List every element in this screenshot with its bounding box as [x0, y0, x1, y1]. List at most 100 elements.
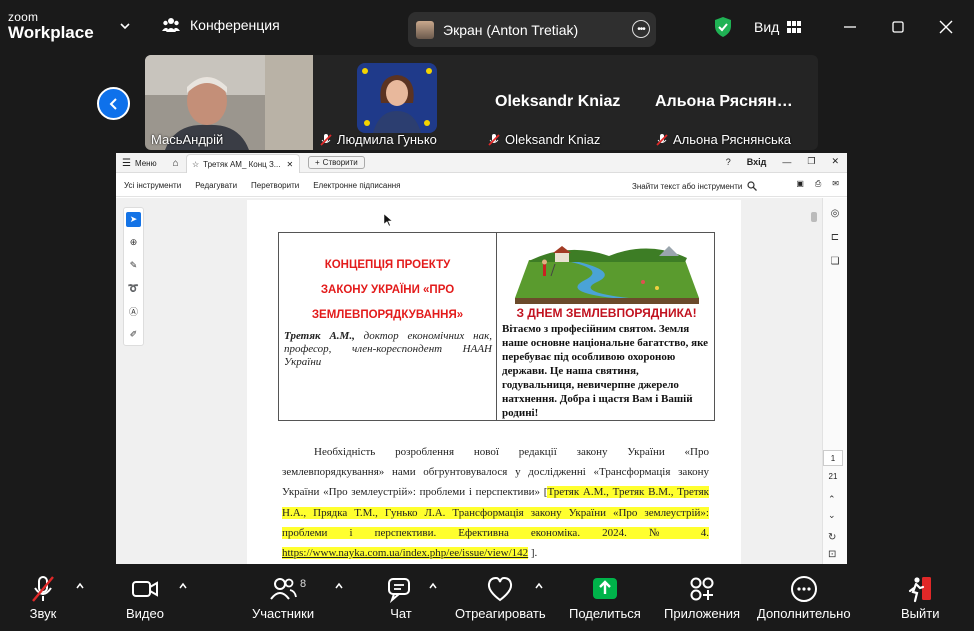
help-icon[interactable]: ?: [726, 157, 731, 167]
right-tools-rail: ◎ ⊏ ❏ ⌃ ⌄ ↻ ⊡: [822, 198, 847, 564]
screen-share-indicator[interactable]: Экран (Anton Tretiak) •••: [408, 12, 656, 47]
lasso-tool-icon[interactable]: ➰: [126, 281, 141, 296]
participant-tile[interactable]: Альона Ряснян… Альона Ряснянська: [649, 55, 818, 150]
audio-label: Звук: [29, 606, 57, 621]
maximize-button[interactable]: [885, 14, 911, 40]
congrats-title: З ДНЕМ ЗЕМЛЕВПОРЯДНИКА!: [516, 306, 697, 320]
document-paragraph: Необхідність розроблення нової редакції …: [282, 442, 709, 563]
title-line: ЗАКОНУ УКРАЇНИ «ПРО: [320, 284, 455, 296]
scrollbar-thumb[interactable]: [811, 212, 817, 222]
close-icon: [939, 20, 953, 34]
restore-icon[interactable]: ❐: [807, 156, 815, 167]
audio-options-caret-icon[interactable]: [75, 581, 85, 591]
participant-tile[interactable]: Людмила Гунько: [313, 55, 481, 150]
apps-button[interactable]: Приложения: [664, 574, 740, 621]
video-button[interactable]: Видео: [126, 574, 164, 621]
chevron-down-icon[interactable]: [118, 19, 132, 33]
participants-options-caret-icon[interactable]: [334, 581, 344, 591]
more-button[interactable]: Дополнительно: [757, 574, 851, 621]
shared-screen[interactable]: ☰ Меню ⌂ ☆ Третяк АМ_ Конц З... ✕ + Ство…: [116, 153, 847, 564]
title-line: ЗЕМЛЕВПОРЯДКУВАННЯ»: [311, 309, 464, 321]
conference-label: Конференция: [190, 17, 280, 33]
page-down-icon[interactable]: ⌄: [828, 510, 836, 521]
react-button[interactable]: Отреагировать: [455, 574, 546, 621]
save-icon[interactable]: ▣: [796, 179, 804, 189]
close-button[interactable]: [933, 14, 959, 40]
mic-muted-icon: [488, 133, 500, 146]
rotate-icon[interactable]: ↻: [828, 532, 836, 543]
leave-icon: [909, 577, 932, 603]
page-number-input[interactable]: 1: [823, 450, 843, 466]
search-icon: [747, 181, 758, 191]
chat-options-caret-icon[interactable]: [428, 581, 438, 591]
participant-tile[interactable]: Oleksandr Kniaz Oleksandr Kniaz: [481, 55, 649, 150]
mail-icon[interactable]: ✉: [832, 179, 839, 189]
find-search[interactable]: Знайти текст або інструменти: [632, 181, 758, 191]
comment-tool-icon[interactable]: ⊕: [126, 235, 141, 250]
tab-close-icon[interactable]: ✕: [286, 160, 293, 169]
author-name: Третяк А.М.,: [284, 330, 355, 342]
home-icon[interactable]: ⌂: [173, 158, 179, 169]
audio-button[interactable]: Звук: [28, 574, 58, 621]
convert-button[interactable]: Перетворити: [251, 181, 299, 190]
view-button[interactable]: Вид: [754, 19, 802, 35]
author-info: Третяк А.М., доктор економічних нак, про…: [284, 330, 492, 369]
minimize-icon[interactable]: —: [782, 157, 791, 167]
edit-button[interactable]: Редагувати: [195, 181, 237, 190]
print-icon[interactable]: ⎙: [815, 179, 821, 189]
vertical-scrollbar[interactable]: [809, 200, 819, 562]
fit-page-icon[interactable]: ⊡: [828, 549, 836, 560]
video-label: Видео: [126, 606, 164, 621]
esign-button[interactable]: Електронне підписання: [313, 181, 400, 190]
video-options-caret-icon[interactable]: [178, 581, 188, 591]
screen-share-label: Экран (Anton Tretiak): [443, 21, 579, 38]
apps-icon: [690, 577, 714, 601]
meeting-info-button[interactable]: Конференция: [162, 17, 280, 33]
text-select-tool-icon[interactable]: Ⓐ: [126, 304, 141, 319]
react-label: Отреагировать: [455, 606, 546, 621]
encryption-shield-icon[interactable]: [713, 16, 733, 38]
quick-tools-bar: ➤ ⊕ ✎ ➰ Ⓐ ✐: [123, 207, 144, 346]
react-options-caret-icon[interactable]: [534, 581, 544, 591]
apps-label: Приложения: [664, 606, 741, 621]
pen-tool-icon[interactable]: ✎: [126, 258, 141, 273]
participant-strip: МасьАндрій Людмила Гунько Oleksandr Knia…: [145, 55, 818, 150]
acrobat-window-controls: ? Вхід — ❐ ✕: [726, 156, 839, 167]
landscape-illustration: [515, 246, 699, 304]
participant-tile[interactable]: МасьАндрій: [145, 55, 313, 150]
zoom-logo: zoom Workplace: [8, 11, 94, 41]
pages-icon[interactable]: ❏: [828, 256, 842, 270]
page-total: 21: [828, 472, 838, 481]
plus-icon: +: [315, 158, 320, 167]
pdf-page[interactable]: КОНЦЕПЦІЯ ПРОЕКТУ ЗАКОНУ УКРАЇНИ «ПРО ЗЕ…: [247, 200, 741, 564]
login-button[interactable]: Вхід: [747, 157, 767, 167]
more-options-icon[interactable]: •••: [632, 20, 650, 38]
stamp-tool-icon[interactable]: ✐: [126, 327, 141, 342]
citation-link[interactable]: https://www.nayka.com.ua/index.php/ee/is…: [282, 547, 529, 560]
minimize-button[interactable]: [837, 14, 863, 40]
document-tab[interactable]: ☆ Третяк АМ_ Конц З... ✕: [186, 154, 300, 173]
congrats-text: Вітаємо з професійним святом. Земля наше…: [502, 323, 709, 419]
menu-button[interactable]: ☰ Меню ⌂: [122, 158, 179, 169]
logo-brand: zoom: [8, 10, 39, 24]
logo-product: Workplace: [8, 23, 94, 42]
create-button[interactable]: + Створити: [308, 156, 365, 169]
document-title: КОНЦЕПЦІЯ ПРОЕКТУ ЗАКОНУ УКРАЇНИ «ПРО ЗЕ…: [279, 253, 496, 328]
chat-button[interactable]: Чат: [386, 574, 416, 621]
share-screen-button[interactable]: Поделиться: [569, 574, 641, 621]
ai-assistant-icon[interactable]: ◎: [828, 208, 842, 222]
acrobat-tab-bar: ☰ Меню ⌂ ☆ Третяк АМ_ Конц З... ✕ + Ство…: [116, 153, 847, 173]
menu-label: Меню: [134, 159, 157, 168]
share-label: Поделиться: [569, 606, 641, 621]
bookmark-icon[interactable]: ⊏: [828, 232, 842, 246]
participants-count: 8: [300, 578, 307, 590]
star-icon[interactable]: ☆: [192, 160, 199, 169]
leave-button[interactable]: Выйти: [901, 574, 940, 621]
back-button[interactable]: [97, 87, 130, 120]
top-bar: zoom Workplace Конференция Экран (Anton …: [0, 0, 974, 54]
close-icon[interactable]: ✕: [831, 156, 839, 167]
all-tools-button[interactable]: Усі інструменти: [124, 181, 181, 190]
page-up-icon[interactable]: ⌃: [828, 494, 836, 505]
mic-muted-icon: [32, 576, 54, 602]
select-tool-icon[interactable]: ➤: [126, 212, 141, 227]
